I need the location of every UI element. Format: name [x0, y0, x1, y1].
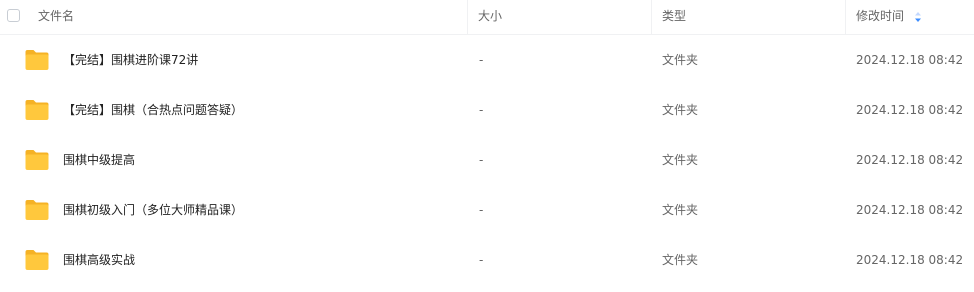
file-name[interactable]: 围棋高级实战 — [63, 235, 135, 285]
column-divider[interactable] — [651, 0, 652, 34]
file-list-header: 文件名 大小 类型 修改时间 — [0, 0, 974, 35]
folder-icon — [25, 200, 49, 220]
file-mtime: 2024.12.18 08:42 — [856, 103, 964, 117]
file-size: - — [479, 53, 484, 67]
file-name[interactable]: 【完结】围棋（合热点问题答疑） — [63, 85, 243, 135]
file-size: - — [479, 253, 484, 267]
folder-icon — [25, 150, 49, 170]
column-header-size[interactable]: 大小 — [478, 0, 502, 34]
file-size: - — [479, 153, 484, 167]
file-type: 文件夹 — [662, 53, 699, 67]
folder-icon — [25, 50, 49, 70]
file-name[interactable]: 【完结】围棋进阶课72讲 — [63, 35, 198, 85]
sort-arrows-icon[interactable] — [914, 11, 922, 23]
file-row[interactable]: 【完结】围棋（合热点问题答疑） - 文件夹 2024.12.18 08:42 — [0, 85, 974, 135]
file-size: - — [479, 203, 484, 217]
file-row[interactable]: 围棋中级提高 - 文件夹 2024.12.18 08:42 — [0, 135, 974, 185]
file-mtime: 2024.12.18 08:42 — [856, 253, 964, 267]
file-row[interactable]: 【完结】围棋进阶课72讲 - 文件夹 2024.12.18 08:42 — [0, 35, 974, 85]
column-header-type[interactable]: 类型 — [662, 0, 686, 34]
file-row[interactable]: 围棋高级实战 - 文件夹 2024.12.18 08:42 — [0, 235, 974, 285]
column-divider[interactable] — [845, 0, 846, 34]
file-type: 文件夹 — [662, 103, 699, 117]
file-type: 文件夹 — [662, 203, 699, 217]
select-all-checkbox[interactable] — [7, 9, 20, 22]
folder-icon — [25, 100, 49, 120]
file-name[interactable]: 围棋初级入门（多位大师精品课） — [63, 185, 243, 235]
file-row[interactable]: 围棋初级入门（多位大师精品课） - 文件夹 2024.12.18 08:42 — [0, 185, 974, 235]
file-size: - — [479, 103, 484, 117]
file-name[interactable]: 围棋中级提高 — [63, 135, 135, 185]
file-mtime: 2024.12.18 08:42 — [856, 53, 964, 67]
file-type: 文件夹 — [662, 253, 699, 267]
file-type: 文件夹 — [662, 153, 699, 167]
column-header-name[interactable]: 文件名 — [38, 0, 74, 34]
file-mtime: 2024.12.18 08:42 — [856, 153, 964, 167]
column-header-mtime[interactable]: 修改时间 — [856, 0, 904, 34]
file-mtime: 2024.12.18 08:42 — [856, 203, 964, 217]
folder-icon — [25, 250, 49, 270]
column-divider[interactable] — [467, 0, 468, 34]
